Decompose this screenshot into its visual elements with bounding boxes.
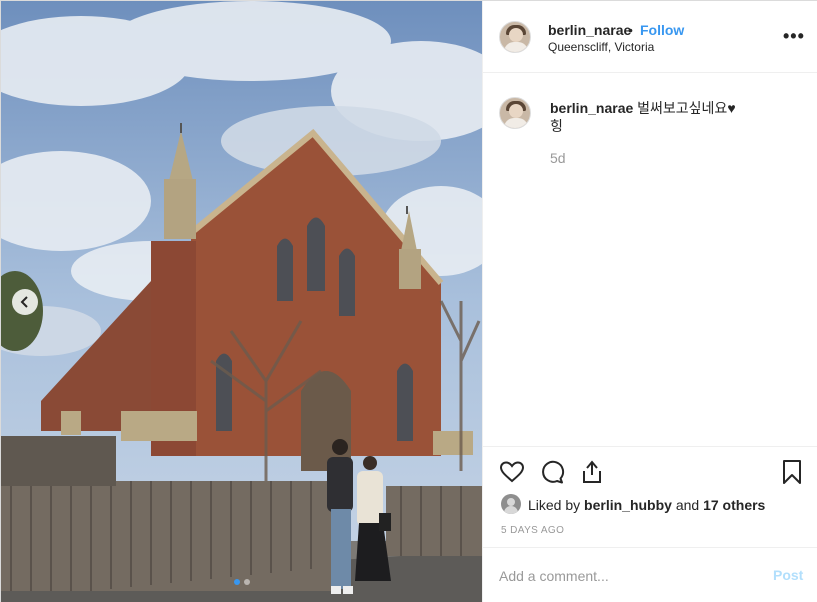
carousel-dot-active (233, 579, 240, 585)
likes-prefix: Liked by (528, 497, 581, 513)
caption-time: 5d (550, 150, 566, 166)
follow-button[interactable]: Follow (640, 22, 684, 38)
carousel-indicator (1, 579, 482, 585)
likes-others-link[interactable]: 17 others (703, 497, 765, 513)
caption-username[interactable]: berlin_narae (550, 100, 633, 116)
comment-bubble-icon[interactable] (539, 459, 565, 485)
post-timestamp[interactable]: 5 DAYS AGO (501, 525, 564, 536)
author-username[interactable]: berlin_narae (548, 22, 631, 38)
carousel-prev-button[interactable] (12, 289, 38, 315)
likes-summary: Liked by berlin_hubby and 17 others (528, 497, 765, 513)
post-actions: Liked by berlin_hubby and 17 others 5 DA… (483, 446, 817, 546)
post-header: berlin_narae • Follow Queenscliff, Victo… (483, 1, 817, 73)
caption: berlin_narae 벌써보고싶네요♥ 힝 (550, 99, 750, 135)
comment-input[interactable] (499, 565, 759, 587)
caption-author-avatar[interactable] (499, 97, 531, 129)
share-icon[interactable] (579, 459, 605, 485)
carousel-dot (243, 579, 250, 585)
post-location[interactable]: Queenscliff, Victoria (548, 40, 654, 54)
heart-icon[interactable] (499, 459, 525, 485)
bookmark-icon[interactable] (779, 459, 805, 485)
add-comment-bar: Post (483, 547, 817, 602)
post-comment-button[interactable]: Post (773, 567, 803, 583)
church-photo-illustration (1, 1, 482, 602)
likes-and: and (675, 497, 700, 513)
liker-avatar[interactable] (501, 494, 521, 514)
post-details-panel: berlin_narae • Follow Queenscliff, Victo… (482, 1, 817, 602)
separator-dot: • (628, 22, 633, 38)
comments-section: berlin_narae 벌써보고싶네요♥ 힝 5d (483, 73, 817, 445)
liker-username[interactable]: berlin_hubby (584, 497, 672, 513)
post-photo[interactable] (1, 1, 482, 602)
author-avatar[interactable] (499, 21, 531, 53)
more-options-button[interactable]: ••• (783, 27, 805, 45)
chevron-left-icon (20, 296, 28, 308)
instagram-post-modal: berlin_narae • Follow Queenscliff, Victo… (0, 0, 817, 602)
